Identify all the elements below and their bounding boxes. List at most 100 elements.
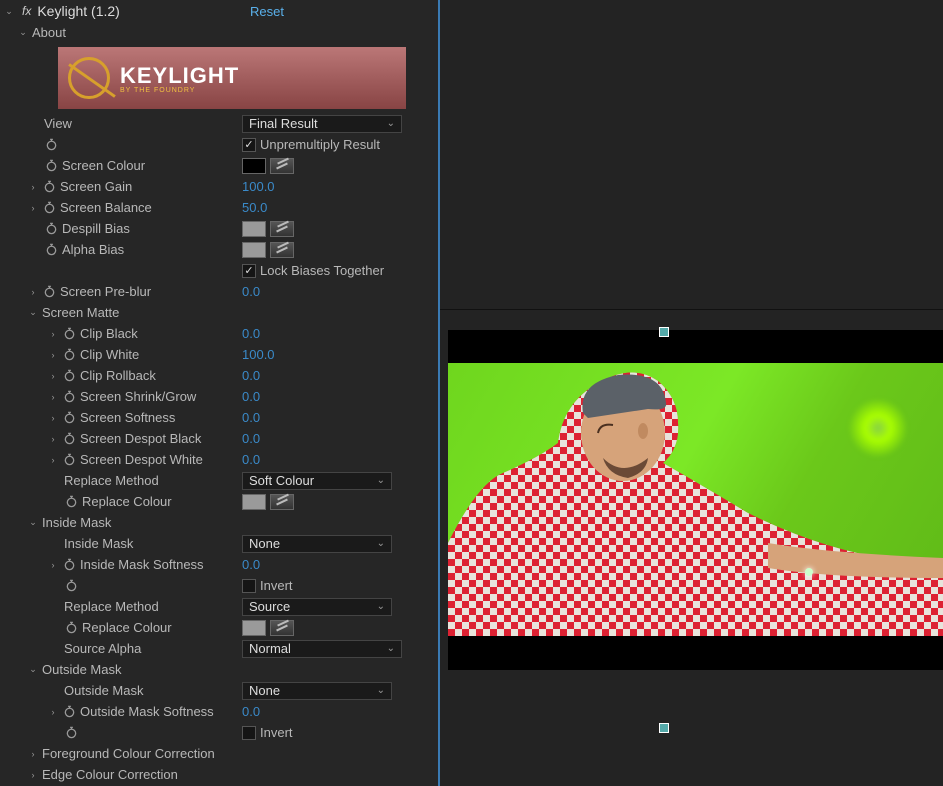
effect-twisty[interactable]: ⌄	[4, 6, 14, 17]
stopwatch-icon[interactable]	[64, 726, 78, 740]
sm-replace-method-dropdown[interactable]: Soft Colour⌄	[242, 472, 392, 490]
sm-replace-method-value: Soft Colour	[249, 473, 314, 488]
stopwatch-icon[interactable]	[44, 138, 58, 152]
twisty-icon[interactable]: ›	[28, 182, 38, 192]
alpha-bias-swatch[interactable]	[242, 242, 266, 258]
stopwatch-icon[interactable]	[62, 369, 76, 383]
eyedropper-icon[interactable]	[270, 158, 294, 174]
shrink-grow-value[interactable]: 0.0	[242, 389, 260, 404]
viewer-empty-area	[440, 0, 943, 310]
twisty-icon[interactable]: ›	[48, 350, 58, 360]
despot-black-value[interactable]: 0.0	[242, 431, 260, 446]
clip-white-label: Clip White	[80, 347, 139, 362]
transform-handle[interactable]	[659, 723, 669, 733]
transform-handle[interactable]	[659, 327, 669, 337]
chevron-down-icon: ⌄	[377, 685, 385, 696]
stopwatch-icon[interactable]	[62, 327, 76, 341]
twisty-icon[interactable]: ›	[48, 392, 58, 402]
stopwatch-icon[interactable]	[44, 243, 58, 257]
edge-cc-twisty[interactable]: ›	[28, 770, 38, 780]
im-replace-colour-swatch[interactable]	[242, 620, 266, 636]
screen-colour-label: Screen Colour	[62, 158, 145, 173]
stopwatch-icon[interactable]	[42, 285, 56, 299]
stopwatch-icon[interactable]	[62, 705, 76, 719]
outside-invert-checkbox[interactable]	[242, 726, 256, 740]
stopwatch-icon[interactable]	[44, 159, 58, 173]
despill-bias-swatch[interactable]	[242, 221, 266, 237]
inside-softness-value[interactable]: 0.0	[242, 557, 260, 572]
stopwatch-icon[interactable]	[64, 495, 78, 509]
despot-black-label: Screen Despot Black	[80, 431, 201, 446]
sm-replace-colour-swatch[interactable]	[242, 494, 266, 510]
eyedropper-icon[interactable]	[270, 242, 294, 258]
clip-white-value[interactable]: 100.0	[242, 347, 275, 362]
screen-matte-twisty[interactable]: ⌄	[28, 307, 38, 318]
twisty-icon[interactable]: ›	[28, 203, 38, 213]
stopwatch-icon[interactable]	[62, 390, 76, 404]
stopwatch-icon[interactable]	[42, 180, 56, 194]
twisty-icon[interactable]: ›	[28, 287, 38, 297]
eyedropper-icon[interactable]	[270, 620, 294, 636]
outside-softness-label: Outside Mask Softness	[80, 704, 214, 719]
clip-rollback-value[interactable]: 0.0	[242, 368, 260, 383]
eyedropper-icon[interactable]	[270, 494, 294, 510]
clip-black-value[interactable]: 0.0	[242, 326, 260, 341]
despill-bias-label: Despill Bias	[62, 221, 130, 236]
view-dropdown[interactable]: Final Result⌄	[242, 115, 402, 133]
chevron-down-icon: ⌄	[387, 643, 395, 654]
twisty-icon[interactable]: ›	[48, 371, 58, 381]
screen-gain-label: Screen Gain	[60, 179, 132, 194]
lock-biases-checkbox[interactable]	[242, 264, 256, 278]
outside-mask-group-label: Outside Mask	[42, 662, 121, 677]
twisty-icon[interactable]: ›	[48, 707, 58, 717]
inside-softness-label: Inside Mask Softness	[80, 557, 204, 572]
lens-flare-icon	[848, 398, 908, 458]
eyedropper-icon[interactable]	[270, 221, 294, 237]
unpremultiply-checkbox[interactable]	[242, 138, 256, 152]
stopwatch-icon[interactable]	[62, 411, 76, 425]
screen-colour-swatch[interactable]	[242, 158, 266, 174]
fg-cc-twisty[interactable]: ›	[28, 749, 38, 759]
screen-balance-value[interactable]: 50.0	[242, 200, 267, 215]
twisty-icon[interactable]: ›	[48, 413, 58, 423]
outside-mask-twisty[interactable]: ⌄	[28, 664, 38, 675]
source-alpha-value: Normal	[249, 641, 291, 656]
stopwatch-icon[interactable]	[64, 579, 78, 593]
inside-invert-checkbox[interactable]	[242, 579, 256, 593]
screen-balance-label: Screen Balance	[60, 200, 152, 215]
outside-softness-value[interactable]: 0.0	[242, 704, 260, 719]
screen-softness-value[interactable]: 0.0	[242, 410, 260, 425]
stopwatch-icon[interactable]	[64, 621, 78, 635]
shrink-grow-label: Screen Shrink/Grow	[80, 389, 196, 404]
effect-name[interactable]: Keylight (1.2)	[37, 3, 119, 19]
twisty-icon[interactable]: ›	[48, 434, 58, 444]
sm-replace-colour-label: Replace Colour	[82, 494, 172, 509]
inside-mask-value: None	[249, 536, 280, 551]
stopwatch-icon[interactable]	[62, 432, 76, 446]
stopwatch-icon[interactable]	[62, 348, 76, 362]
source-alpha-dropdown[interactable]: Normal ⌄	[242, 640, 402, 658]
twisty-icon[interactable]: ›	[48, 560, 58, 570]
screen-matte-label: Screen Matte	[42, 305, 119, 320]
im-replace-colour-label: Replace Colour	[82, 620, 172, 635]
twisty-icon[interactable]: ›	[48, 329, 58, 339]
stopwatch-icon[interactable]	[62, 558, 76, 572]
reset-link[interactable]: Reset	[250, 4, 284, 19]
screen-preblur-value[interactable]: 0.0	[242, 284, 260, 299]
despot-white-value[interactable]: 0.0	[242, 452, 260, 467]
stopwatch-icon[interactable]	[44, 222, 58, 236]
source-alpha-label: Source Alpha	[64, 641, 141, 656]
clip-rollback-label: Clip Rollback	[80, 368, 156, 383]
stopwatch-icon[interactable]	[62, 453, 76, 467]
twisty-icon[interactable]: ›	[48, 455, 58, 465]
effect-header: ⌄ fx Keylight (1.2) Reset	[0, 0, 438, 22]
stopwatch-icon[interactable]	[42, 201, 56, 215]
about-twisty[interactable]: ⌄	[18, 27, 28, 38]
im-replace-method-dropdown[interactable]: Source⌄	[242, 598, 392, 616]
outside-mask-dropdown[interactable]: None⌄	[242, 682, 392, 700]
inside-mask-twisty[interactable]: ⌄	[28, 517, 38, 528]
clip-black-label: Clip Black	[80, 326, 138, 341]
screen-gain-value[interactable]: 100.0	[242, 179, 275, 194]
preview-frame[interactable]	[448, 363, 943, 636]
inside-mask-dropdown[interactable]: None⌄	[242, 535, 392, 553]
